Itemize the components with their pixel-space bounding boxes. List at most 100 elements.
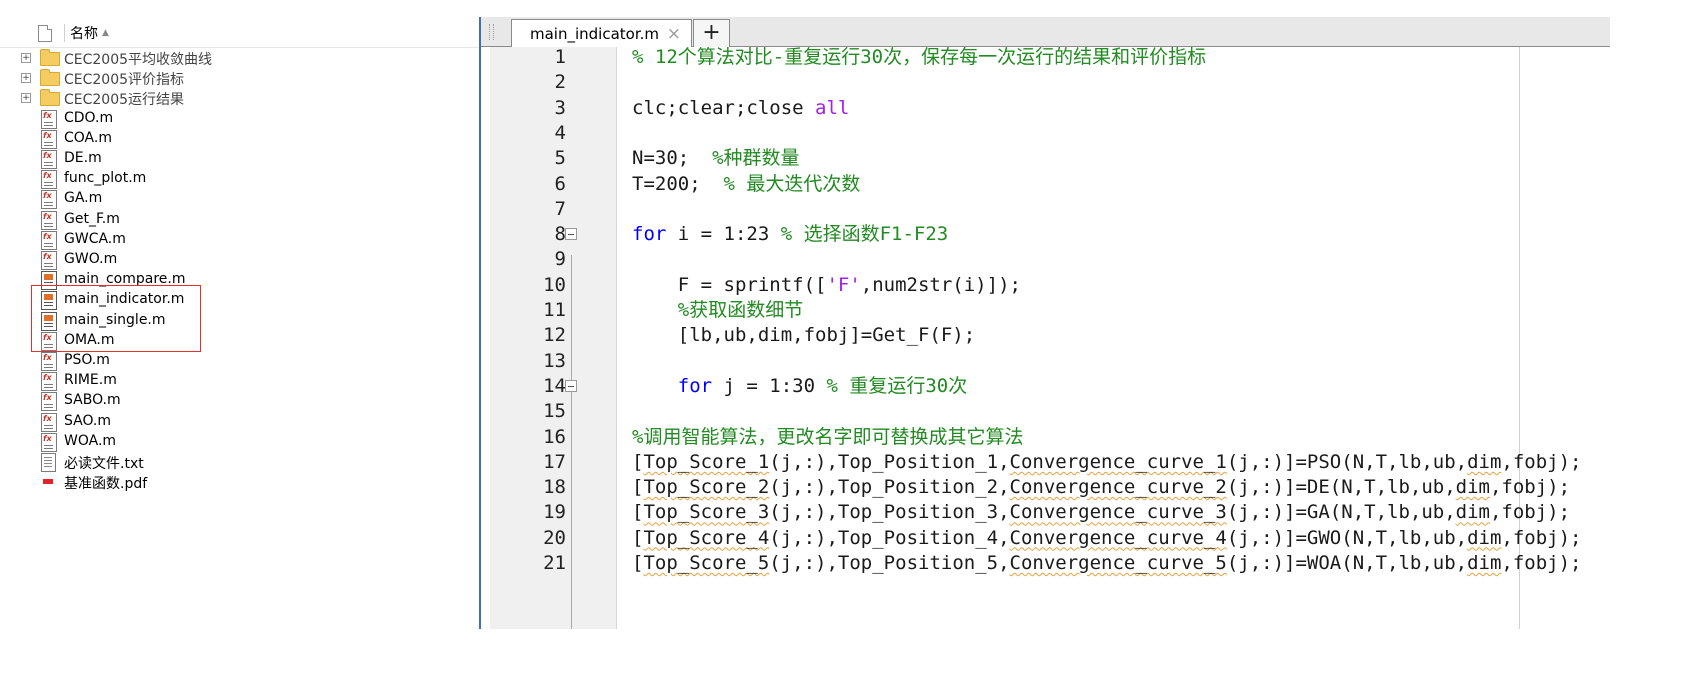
code-text: % 12个算法对比-重复运行30次，保存每一次运行的结果和评价指标 — [632, 47, 1206, 71]
code-string: 'F' — [826, 273, 861, 296]
code-line[interactable]: 11 %获取函数细节 — [481, 297, 1610, 324]
file-lines — [44, 447, 53, 449]
sort-ascending-icon: ▲ — [102, 28, 109, 38]
fx-glyph: fx — [43, 353, 52, 362]
code-line[interactable]: 13 — [481, 348, 1610, 375]
code-line[interactable]: 10 F = sprintf(['F',num2str(i)]); — [481, 272, 1610, 299]
column-separator — [64, 24, 65, 42]
file-browser-panel: 名称 ▲ + CEC2005平均收敛曲线 + CEC2005评价指标 + CEC2005运… — [0, 0, 480, 698]
code-line[interactable]: 1 % 12个算法对比-重复运行30次，保存每一次运行的结果和评价指标 — [481, 47, 1610, 71]
code-line[interactable]: 2 — [481, 69, 1610, 96]
code-line[interactable]: 7 — [481, 196, 1610, 223]
code-token: [ — [632, 552, 644, 574]
file-item-coa-m[interactable]: fx COA.m — [0, 129, 480, 149]
tab-main-indicator[interactable]: main_indicator.m × — [511, 19, 692, 47]
code-line[interactable]: 6 T=200; % 最大迭代次数 — [481, 171, 1610, 198]
file-item-func-plot-m[interactable]: fx func_plot.m — [0, 169, 480, 190]
file-item-gwca-m[interactable]: fx GWCA.m — [0, 230, 480, 250]
code-text: [lb,ub,dim,fobj]=Get_F(F); — [632, 322, 975, 349]
code-token: Top_Score_5 — [643, 552, 770, 574]
code-line[interactable]: 5 N=30; %种群数量 — [481, 145, 1610, 172]
line-number: 8 — [554, 223, 566, 246]
line-number: 2 — [554, 71, 566, 94]
code-text: [Top_Score_3(j,:),Top_Position_3,Converg… — [632, 499, 1570, 526]
line-number: 11 — [543, 299, 566, 321]
code-line[interactable]: 17 [Top_Score_1(j,:),Top_Position_1,Conve… — [481, 449, 1610, 476]
code-token: ,fobj); — [1489, 476, 1571, 499]
code-token: (j,:),Top_Position_2, — [769, 476, 1010, 499]
file-name-label: Get_F.m — [64, 210, 120, 227]
code-token: i = 1:23 — [666, 223, 781, 246]
file-item-ga-m[interactable]: fx GA.m — [0, 189, 480, 210]
file-item-cec2005[interactable]: + CEC2005平均收敛曲线 — [0, 48, 480, 68]
code-editor[interactable]: 1 % 12个算法对比-重复运行30次，保存每一次运行的结果和评价指标 2 3 clc;… — [481, 47, 1610, 629]
code-line[interactable]: 14 for j = 1:30 % 重复运行30次 — [481, 373, 1610, 400]
collapse-block-icon[interactable] — [565, 228, 577, 241]
matlab-function-file-icon: fx — [41, 230, 57, 250]
code-line[interactable]: 18 [Top_Score_2(j,:),Top_Position_2,Conve… — [481, 474, 1610, 501]
file-item-sao-m[interactable]: fx SAO.m — [0, 412, 480, 432]
code-token: Top_Score_1 — [643, 450, 770, 473]
file-item-gwo-m[interactable]: fx GWO.m — [0, 250, 480, 270]
name-column-label[interactable]: 名称 — [70, 23, 98, 43]
line-number: 10 — [543, 273, 566, 296]
file-item-de-m[interactable]: fx DE.m — [0, 149, 480, 169]
code-token: (j,:)]=PSO(N,T,lb,ub, — [1226, 450, 1468, 473]
code-line[interactable]: 16 %调用智能算法，更改名字即可替换成其它算法 — [481, 424, 1610, 451]
expand-folder-icon[interactable]: + — [21, 53, 31, 63]
code-comment: % 重复运行30次 — [826, 374, 968, 397]
new-tab-button[interactable]: + — [693, 19, 730, 47]
file-lines — [44, 387, 53, 389]
file-item-rime-m[interactable]: fx RIME.m — [0, 371, 480, 392]
file-name-label: WOA.m — [64, 432, 117, 449]
fx-glyph: fx — [43, 231, 52, 241]
file-item-cec2005[interactable]: + CEC2005评价指标 — [0, 68, 480, 88]
file-item-cec2005[interactable]: + CEC2005运行结果 — [0, 88, 480, 108]
code-line[interactable]: 8 for i = 1:23 % 选择函数F1-F23 — [481, 221, 1610, 248]
close-tab-icon[interactable]: × — [667, 24, 681, 44]
code-token: dim — [1467, 526, 1502, 549]
code-line[interactable]: 9 — [481, 246, 1610, 273]
code-comment: % 选择函数F1-F23 — [780, 223, 949, 246]
code-line[interactable]: 19 [Top_Score_3(j,:),Top_Position_3,Conve… — [481, 499, 1610, 526]
code-comment: %调用智能算法，更改名字即可替换成其它算法 — [632, 425, 1024, 448]
code-line[interactable]: 20 [Top_Score_4(j,:),Top_Position_4,Conve… — [481, 525, 1610, 552]
line-number: 15 — [543, 400, 566, 423]
file-name-label: GWO.m — [64, 251, 118, 267]
file-lines — [44, 427, 53, 429]
file-item-woa-m[interactable]: fx WOA.m — [0, 432, 480, 452]
code-token: F = sprintf([ — [632, 273, 827, 296]
line-number: 1 — [554, 47, 566, 68]
code-token: (j,:),Top_Position_4, — [769, 526, 1010, 549]
code-line[interactable]: 21 [Top_Score_5(j,:),Top_Position_5,Conve… — [481, 550, 1610, 577]
code-token: Convergence_curve_4 — [1009, 526, 1227, 549]
expand-folder-icon[interactable]: + — [21, 73, 31, 84]
code-line[interactable]: 3 clc;clear;close all — [481, 95, 1610, 122]
file-list-header[interactable]: 名称 ▲ — [38, 22, 478, 44]
file-lines — [44, 367, 53, 368]
line-number: 12 — [543, 324, 566, 347]
code-token: [lb,ub,dim,fobj]=Get_F(F); — [632, 324, 976, 347]
matlab-function-file-icon: fx — [41, 392, 57, 412]
file-item-pso-m[interactable]: fx PSO.m — [0, 351, 480, 371]
file-item-cdo-m[interactable]: fx CDO.m — [0, 109, 480, 129]
line-number: 3 — [554, 96, 566, 119]
code-token: T=200; — [632, 172, 724, 195]
collapse-block-icon[interactable] — [565, 379, 577, 392]
code-line[interactable]: 15 — [481, 398, 1610, 425]
tab-bar-grip-handle[interactable] — [489, 24, 494, 40]
file-lines — [44, 144, 53, 146]
code-line[interactable]: 4 — [481, 120, 1610, 147]
file-lines — [44, 124, 53, 126]
highlight-box-main-scripts — [31, 285, 201, 352]
code-line[interactable]: 12 [lb,ub,dim,fobj]=Get_F(F); — [481, 322, 1610, 349]
code-token: [ — [632, 501, 644, 524]
file-type-column-icon — [38, 24, 52, 42]
code-token: Convergence_curve_1 — [1009, 450, 1227, 473]
expand-folder-icon[interactable]: + — [21, 93, 31, 104]
file-item-txt[interactable]: 必读文件.txt — [0, 452, 480, 472]
file-item-get-f-m[interactable]: fx Get_F.m — [0, 210, 480, 230]
file-item-pdf[interactable]: 基准函数.pdf — [0, 472, 480, 492]
fx-glyph: fx — [43, 171, 52, 181]
file-item-sabo-m[interactable]: fx SABO.m — [0, 391, 480, 412]
